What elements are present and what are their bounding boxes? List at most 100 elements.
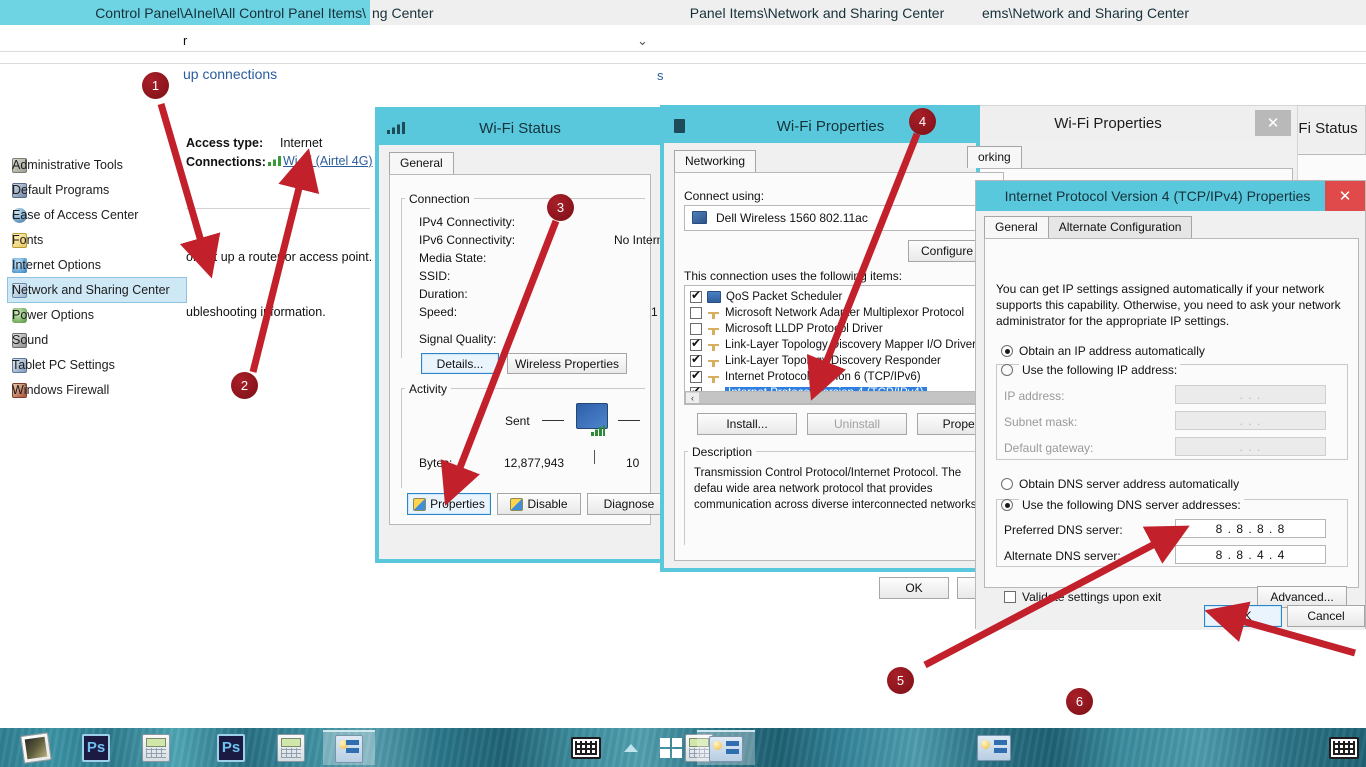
list-item[interactable]: Microsoft LLDP Protocol Driver <box>685 321 983 337</box>
subnet-mask-field[interactable]: . . . <box>1175 411 1326 430</box>
sidebar-item-default-programs[interactable]: Default Programs <box>8 178 186 202</box>
close-icon[interactable]: ✕ <box>1325 181 1365 211</box>
horizontal-scrollbar[interactable]: ‹ <box>685 391 983 404</box>
ipv4-ok-button[interactable]: OK <box>1204 605 1282 627</box>
keyboard-icon <box>1329 736 1359 759</box>
taskbar-item-network-center-2[interactable] <box>697 730 755 765</box>
taskbar-item-calculator-2[interactable] <box>265 730 317 765</box>
wifi-properties-tabstrip: Networking <box>674 150 757 172</box>
checkbox-multiplexor[interactable] <box>690 307 702 319</box>
chevron-down-icon[interactable]: ⌄ <box>637 33 648 49</box>
sidebar-item-label: Sound <box>12 333 49 347</box>
sidebar-item-administrative-tools[interactable]: Administrative Tools <box>8 153 186 177</box>
radio-obtain-dns-automatically[interactable] <box>1001 478 1013 490</box>
taskbar-item-network-center-1[interactable] <box>323 730 375 765</box>
access-type-value: Internet <box>280 136 323 150</box>
radio-obtain-ip-automatically[interactable] <box>1001 345 1013 357</box>
taskbar-item-network-center-3[interactable] <box>965 730 1023 765</box>
connections-label: Connections: <box>186 155 266 169</box>
diagnose-button[interactable]: Diagnose <box>587 493 671 515</box>
ipv4-connectivity-label: IPv4 Connectivity: <box>419 215 516 229</box>
properties-button[interactable]: Properties <box>407 493 491 515</box>
wifi-status-right-titlebar: Fi Status <box>1291 106 1365 150</box>
tab-networking-right[interactable]: orking <box>967 146 1022 168</box>
wifi-properties-ok-button[interactable]: OK <box>879 577 949 599</box>
disable-button[interactable]: Disable <box>497 493 581 515</box>
sidebar-item-label: Tablet PC Settings <box>12 358 115 372</box>
tab-general[interactable]: General <box>984 216 1049 238</box>
sidebar-item-power-options[interactable]: Power Options <box>8 303 186 327</box>
checkbox-ipv6[interactable] <box>690 368 702 383</box>
tab-alternate-configuration[interactable]: Alternate Configuration <box>1047 216 1193 238</box>
wireless-properties-button[interactable]: Wireless Properties <box>507 353 627 374</box>
scroll-left-icon[interactable]: ‹ <box>686 392 699 403</box>
signal-quality-label: Signal Quality: <box>419 332 497 346</box>
calculator-icon <box>277 733 305 762</box>
checkbox-lltd-mapper[interactable] <box>690 336 702 351</box>
taskbar-item-photoshop-2[interactable]: Ps <box>205 730 257 765</box>
activity-signal-icon <box>591 425 605 436</box>
sent-label: Sent <box>505 414 530 428</box>
sidebar-item-label: Administrative Tools <box>12 158 123 172</box>
taskbar-item-photo-viewer[interactable] <box>10 730 62 765</box>
description-text: Transmission Control Protocol/Internet P… <box>694 467 980 511</box>
radio-use-following-ip[interactable] <box>1001 364 1013 376</box>
taskbar-item-calculator-1[interactable] <box>130 730 182 765</box>
wifi-status-titlebar: Wi-Fi Status <box>379 111 661 145</box>
wifi-status-right-title: Fi Status <box>1298 119 1358 137</box>
set-up-connections-link[interactable]: up connections <box>183 66 277 82</box>
checkbox-lltd-responder[interactable] <box>690 352 702 367</box>
ip-address-value: . . . <box>1239 387 1262 402</box>
search-input-fragment[interactable]: r <box>183 33 187 48</box>
checkbox-qos[interactable] <box>690 288 702 303</box>
radio-use-following-dns[interactable] <box>1001 499 1013 511</box>
list-item[interactable]: Link-Layer Topology Discovery Mapper I/O… <box>685 336 983 353</box>
protocol-icon <box>707 339 720 351</box>
subnet-mask-value: . . . <box>1239 413 1262 428</box>
annotation-marker-5: 5 <box>887 667 914 694</box>
scrollbar-thumb[interactable] <box>699 392 983 403</box>
sidebar-item-label: Internet Options <box>12 258 101 272</box>
ipv4-cancel-button[interactable]: Cancel <box>1287 605 1365 627</box>
ip-address-field[interactable]: . . . <box>1175 385 1326 404</box>
breadcrumb-strip-right: ems\Network and Sharing Center <box>978 0 1366 25</box>
photoshop-icon: Ps <box>82 733 110 762</box>
toolbar-row-center <box>656 25 978 52</box>
list-item[interactable]: Link-Layer Topology Discovery Responder <box>685 352 983 369</box>
activity-group <box>401 388 645 488</box>
alternate-dns-field[interactable]: 8 . 8 . 4 . 4 <box>1175 545 1326 564</box>
default-gateway-field[interactable]: . . . <box>1175 437 1326 456</box>
install-button[interactable]: Install... <box>697 413 797 435</box>
sidebar-item-internet-options[interactable]: Internet Options <box>8 253 186 277</box>
taskbar-item-photoshop-1[interactable]: Ps <box>70 730 122 765</box>
close-icon[interactable]: ✕ <box>1255 110 1291 136</box>
sidebar-item-tablet-pc-settings[interactable]: Tablet PC Settings <box>8 353 186 377</box>
wifi-airtel-link[interactable]: Wi-Fi (Airtel 4G) <box>283 154 373 168</box>
shield-icon <box>510 497 524 511</box>
list-item[interactable]: Internet Protocol Version 6 (TCP/IPv6) <box>685 368 983 385</box>
annotation-marker-3: 3 <box>547 194 574 221</box>
list-item[interactable]: Microsoft Network Adapter Multiplexor Pr… <box>685 305 983 321</box>
wifi-status-window: Wi-Fi Status General Connection IPv4 Con… <box>375 107 671 563</box>
list-item[interactable]: QoS Packet Scheduler <box>685 288 983 305</box>
ipv4-intro-text: You can get IP settings assigned automat… <box>996 282 1341 328</box>
sidebar-item-windows-firewall[interactable]: Windows Firewall <box>8 378 186 402</box>
preferred-dns-field[interactable]: 8 . 8 . 8 . 8 <box>1175 519 1326 538</box>
network-items-list[interactable]: QoS Packet Scheduler Microsoft Network A… <box>684 285 984 405</box>
toolbar-row-left <box>0 25 656 52</box>
sidebar-item-sound[interactable]: Sound <box>8 328 186 352</box>
list-item-label: QoS Packet Scheduler <box>726 291 843 303</box>
checkbox-lldp[interactable] <box>690 323 702 335</box>
details-button[interactable]: Details... <box>421 353 499 374</box>
sidebar-item-fonts[interactable]: Fonts <box>8 228 186 252</box>
tab-general[interactable]: General <box>389 152 454 174</box>
tab-networking[interactable]: Networking <box>674 150 757 172</box>
adapter-name: Dell Wireless 1560 802.11ac <box>716 211 868 225</box>
annotation-marker-4: 4 <box>909 108 936 135</box>
taskbar-item-keyboard-2[interactable] <box>1318 730 1366 765</box>
radio-obtain-dns-label: Obtain DNS server address automatically <box>1019 477 1240 491</box>
sidebar-item-network-and-sharing-center[interactable]: Network and Sharing Center <box>7 277 187 303</box>
sidebar-item-ease-of-access[interactable]: Ease of Access Center <box>8 203 186 227</box>
sidebar-item-label: Ease of Access Center <box>12 208 139 222</box>
checkbox-validate-settings[interactable] <box>1004 591 1016 603</box>
